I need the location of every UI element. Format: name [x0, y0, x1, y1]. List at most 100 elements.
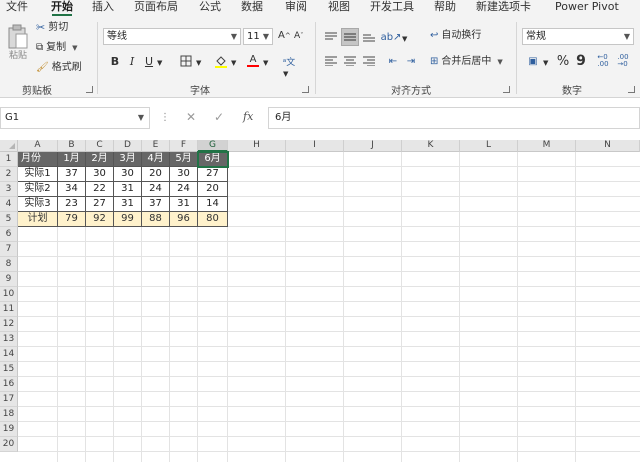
row-header[interactable]: 3 — [0, 182, 18, 197]
tab-help[interactable]: 帮助 — [434, 0, 456, 16]
table-cell[interactable]: 20 — [198, 182, 228, 197]
insert-function-button[interactable]: fx — [243, 110, 253, 123]
alignment-launcher-icon[interactable] — [503, 86, 510, 93]
tab-power-pivot[interactable]: Power Pivot — [555, 0, 619, 16]
decrease-font-size-button[interactable]: Aˇ — [294, 30, 304, 42]
name-box[interactable]: G1 ▼ — [0, 107, 150, 129]
column-header-l[interactable]: L — [460, 140, 518, 152]
select-all-button[interactable] — [0, 140, 18, 152]
plan-cell[interactable]: 96 — [170, 212, 198, 227]
row-header[interactable]: 19 — [0, 422, 18, 437]
decrease-indent-button[interactable]: ⇤ — [384, 52, 402, 70]
row-header[interactable]: 16 — [0, 377, 18, 392]
formula-input[interactable]: 6月 — [268, 107, 640, 129]
chevron-down-icon[interactable]: ▼ — [283, 68, 288, 80]
chevron-down-icon[interactable]: ▼ — [231, 57, 236, 69]
tab-insert[interactable]: 插入 — [92, 0, 114, 16]
decrease-decimal-button[interactable]: .00 →0 — [614, 52, 632, 70]
tab-new-tab[interactable]: 新建选项卡 — [476, 0, 531, 16]
table-cell[interactable]: 20 — [142, 167, 170, 182]
font-color-button[interactable]: A — [244, 52, 262, 70]
column-header-c[interactable]: C — [86, 140, 114, 152]
increase-decimal-button[interactable]: ←0.00 — [594, 52, 612, 70]
plan-cell[interactable]: 计划 — [18, 212, 58, 227]
row-header[interactable]: 9 — [0, 272, 18, 287]
tab-view[interactable]: 视图 — [328, 0, 350, 16]
accounting-format-button[interactable]: ▣ — [524, 52, 542, 70]
row-header[interactable]: 7 — [0, 242, 18, 257]
column-header-a[interactable]: A — [18, 140, 58, 152]
table-header-cell[interactable]: 1月 — [58, 152, 86, 167]
tab-developer[interactable]: 开发工具 — [370, 0, 414, 16]
plan-cell[interactable]: 88 — [142, 212, 170, 227]
row-header[interactable]: 20 — [0, 437, 18, 452]
borders-button[interactable] — [177, 52, 195, 70]
table-cell[interactable]: 24 — [142, 182, 170, 197]
row-header[interactable]: 10 — [0, 287, 18, 302]
column-header-d[interactable]: D — [114, 140, 142, 152]
table-cell[interactable]: 实际2 — [18, 182, 58, 197]
tab-file[interactable]: 文件 — [6, 0, 28, 16]
tab-formulas[interactable]: 公式 — [199, 0, 221, 16]
table-cell[interactable]: 23 — [58, 197, 86, 212]
row-header[interactable]: 14 — [0, 347, 18, 362]
chevron-down-icon[interactable]: ▼ — [157, 57, 162, 69]
table-header-cell[interactable]: 3月 — [114, 152, 142, 167]
plan-cell[interactable]: 80 — [198, 212, 228, 227]
table-cell[interactable]: 30 — [114, 167, 142, 182]
font-size-select[interactable]: 11 ▼ — [243, 28, 273, 45]
row-header[interactable]: 2 — [0, 167, 18, 182]
row-header[interactable]: 18 — [0, 407, 18, 422]
merge-center-button[interactable]: ⊞ 合并后居中 ▼ — [430, 56, 503, 68]
percent-style-button[interactable]: % — [554, 52, 572, 70]
table-header-cell[interactable]: 2月 — [86, 152, 114, 167]
font-launcher-icon[interactable] — [302, 86, 309, 93]
table-cell[interactable]: 27 — [198, 167, 228, 182]
table-cell[interactable]: 14 — [198, 197, 228, 212]
comma-style-button[interactable]: 9 — [572, 52, 590, 70]
table-header-cell[interactable]: 5月 — [170, 152, 198, 167]
row-header[interactable]: 11 — [0, 302, 18, 317]
increase-font-size-button[interactable]: A ^ — [278, 30, 291, 42]
chevron-down-icon[interactable]: ▼ — [402, 33, 407, 45]
align-middle-button[interactable] — [341, 28, 359, 46]
table-header-cell[interactable]: 4月 — [142, 152, 170, 167]
orientation-button[interactable]: ab↗ — [381, 28, 402, 46]
tab-page-layout[interactable]: 页面布局 — [134, 0, 178, 16]
column-header-e[interactable]: E — [142, 140, 170, 152]
tab-data[interactable]: 数据 — [241, 0, 263, 16]
plan-cell[interactable]: 92 — [86, 212, 114, 227]
tab-review[interactable]: 审阅 — [285, 0, 307, 16]
chevron-down-icon[interactable]: ▼ — [196, 57, 201, 69]
row-header[interactable]: 12 — [0, 317, 18, 332]
enter-icon[interactable]: ✓ — [214, 110, 224, 124]
bold-button[interactable]: B — [106, 52, 124, 70]
table-cell[interactable]: 31 — [170, 197, 198, 212]
table-cell[interactable]: 37 — [58, 167, 86, 182]
row-header[interactable]: 5 — [0, 212, 18, 227]
paste-button[interactable]: 粘贴 — [6, 24, 30, 62]
chevron-down-icon[interactable]: ▼ — [263, 57, 268, 69]
clipboard-launcher-icon[interactable] — [86, 86, 93, 93]
table-cell[interactable]: 37 — [142, 197, 170, 212]
table-cell[interactable]: 27 — [86, 197, 114, 212]
copy-button[interactable]: ⧉ 复制 ▼ — [36, 42, 78, 54]
table-cell[interactable]: 24 — [170, 182, 198, 197]
row-header[interactable]: 15 — [0, 362, 18, 377]
table-header-cell[interactable]: 月份 — [18, 152, 58, 167]
table-cell[interactable]: 31 — [114, 182, 142, 197]
align-right-button[interactable] — [360, 52, 378, 70]
row-header[interactable]: 6 — [0, 227, 18, 242]
table-cell[interactable]: 34 — [58, 182, 86, 197]
align-bottom-button[interactable] — [360, 28, 378, 46]
column-header-f[interactable]: F — [170, 140, 198, 152]
table-cell[interactable]: 实际3 — [18, 197, 58, 212]
font-name-select[interactable]: 等线 ▼ — [103, 28, 241, 45]
format-painter-button[interactable]: 🖌 格式刷 — [36, 62, 82, 74]
underline-button[interactable]: U — [140, 52, 158, 70]
column-header-h[interactable]: H — [228, 140, 286, 152]
fill-color-button[interactable] — [212, 52, 230, 70]
table-cell[interactable]: 31 — [114, 197, 142, 212]
row-header[interactable]: 13 — [0, 332, 18, 347]
table-cell[interactable]: 30 — [86, 167, 114, 182]
